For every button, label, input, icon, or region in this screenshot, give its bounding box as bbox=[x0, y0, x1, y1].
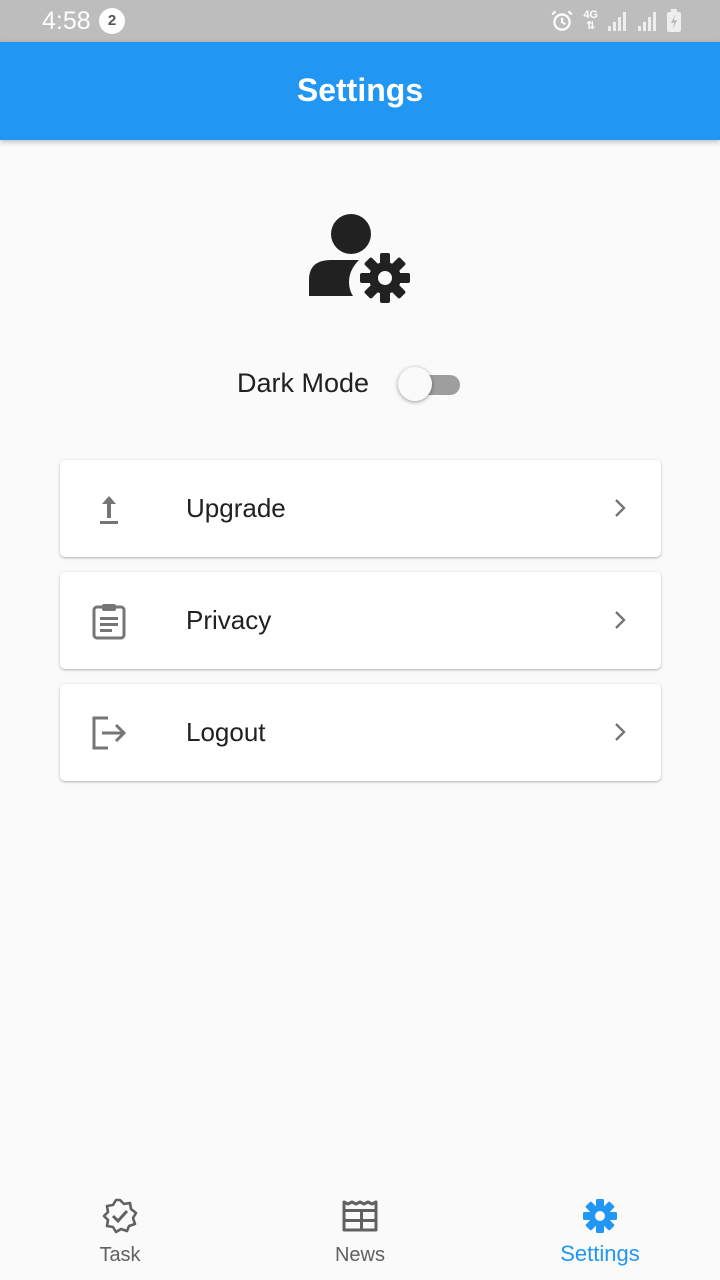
menu-item-privacy[interactable]: Privacy bbox=[60, 572, 661, 669]
page-title: Settings bbox=[296, 72, 424, 108]
status-bar: 4:58 2 4G ⇅ bbox=[0, 0, 720, 42]
upload-icon bbox=[90, 490, 128, 528]
alarm-icon bbox=[549, 8, 575, 34]
signal-icon bbox=[636, 10, 658, 32]
nav-item-label: Task bbox=[99, 1244, 141, 1266]
logout-icon bbox=[90, 714, 128, 752]
nav-item-task[interactable]: Task bbox=[0, 1182, 240, 1280]
dark-mode-label: Dark Mode bbox=[237, 368, 370, 398]
status-time: 4:58 bbox=[42, 7, 91, 35]
nav-item-settings[interactable]: Settings bbox=[480, 1182, 720, 1280]
bottom-navigation: Task News Settings bbox=[0, 1182, 720, 1280]
signal-icon bbox=[606, 10, 628, 32]
nav-item-news[interactable]: News bbox=[240, 1182, 480, 1280]
menu-item-label: Privacy bbox=[186, 605, 272, 635]
battery-charging-icon bbox=[666, 9, 682, 33]
menu-item-upgrade[interactable]: Upgrade bbox=[60, 460, 661, 557]
user-settings-icon bbox=[305, 210, 415, 305]
network-4g-icon: 4G ⇅ bbox=[583, 9, 598, 32]
network-type-label: 4G bbox=[583, 9, 598, 21]
app-bar: Settings bbox=[0, 42, 720, 140]
verified-badge-icon bbox=[102, 1198, 138, 1234]
chevron-right-icon bbox=[609, 496, 631, 520]
notification-count-badge: 2 bbox=[99, 8, 125, 34]
chevron-right-icon bbox=[609, 608, 631, 632]
dark-mode-row: Dark Mode bbox=[0, 362, 720, 406]
gear-icon bbox=[582, 1198, 618, 1234]
status-icons: 4G ⇅ bbox=[549, 8, 682, 34]
newspaper-icon bbox=[342, 1198, 378, 1234]
nav-item-label: News bbox=[334, 1244, 385, 1266]
menu-item-logout[interactable]: Logout bbox=[60, 684, 661, 781]
menu-item-label: Upgrade bbox=[186, 493, 286, 523]
clipboard-icon bbox=[90, 602, 128, 640]
switch-thumb bbox=[398, 367, 432, 401]
dark-mode-switch[interactable] bbox=[398, 366, 464, 402]
chevron-right-icon bbox=[609, 720, 631, 744]
menu-item-label: Logout bbox=[186, 717, 266, 747]
nav-item-label: Settings bbox=[560, 1241, 640, 1266]
